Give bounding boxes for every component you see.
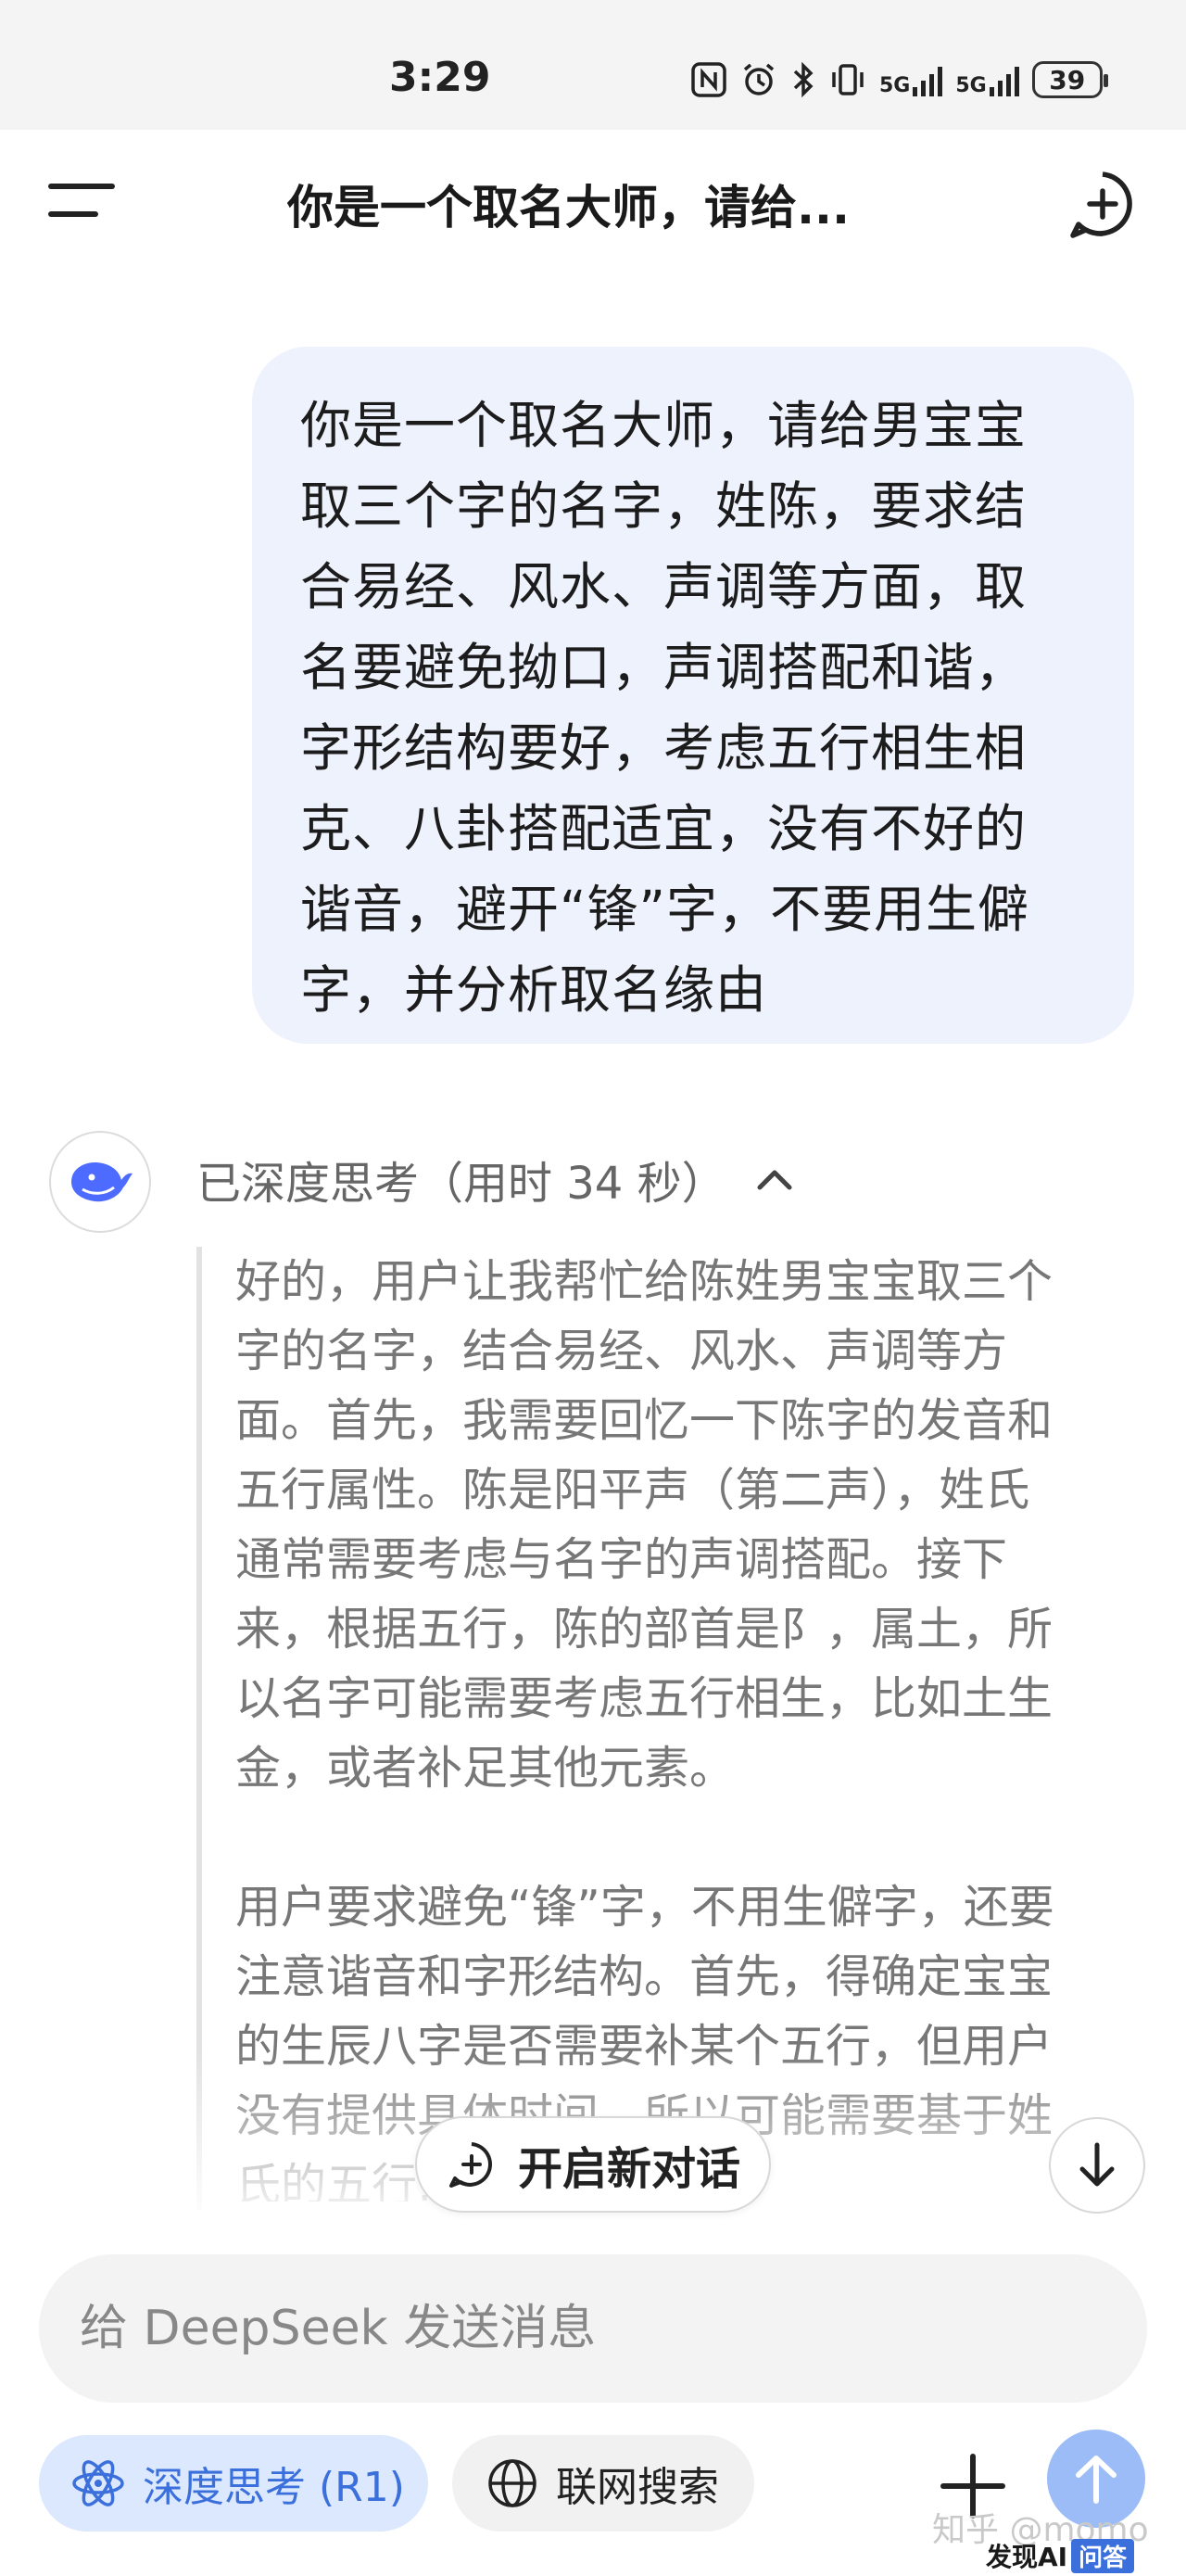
user-message-line: 名要避免拗口，声调搭配和谐， [300,638,1028,697]
atom-icon [72,2460,124,2506]
new-chat-button[interactable]: 开启新对话 [415,2116,771,2213]
thinking-line-text: 字的名字，结合易经、风水、声调等方 [235,1325,1008,1377]
new-chat-icon[interactable] [1066,167,1140,241]
conversation-title: 你是一个取名大师，请给... [287,181,850,235]
new-chat-label: 开启新对话 [517,2143,740,2195]
nfc-icon [691,62,726,97]
signal-label: 5G [955,74,987,97]
user-message-line: 你是一个取名大师，请给男宝宝 [300,396,1028,455]
thinking-line-text: 来，根据五行，陈的部首是阝，属土，所 [235,1603,1054,1656]
vibrate-icon [832,64,864,95]
site-badge: 发现AI 问答 [986,2537,1135,2574]
user-message-line: 合易经、风水、声调等方面，取 [300,557,1028,616]
thinking-line-text: 注意谐音和字形结构。首先，得确定宝宝 [235,1950,1054,2003]
badge-qa: 问答 [1071,2538,1135,2573]
signal-label: 5G [879,74,911,97]
scroll-down-button[interactable] [1049,2117,1145,2214]
alarm-icon [743,63,775,95]
globe-icon [488,2459,536,2507]
user-message-line: 取三个字的名字，姓陈，要求结 [300,476,1028,536]
battery-level: 39 [1049,64,1086,95]
thinking-line-text: 以名字可能需要考虑五行相生，比如土生 [235,1672,1054,1725]
status-bar: 3:29 5G 5G 39 [0,0,1186,130]
signal-icon: 5G [879,63,943,97]
thinking-line-text: 金，或者补足其他元素。 [235,1742,736,1795]
menu-icon[interactable] [48,180,115,221]
thinking-line-text: 好的，用户让我帮忙给陈姓男宝宝取三个 [235,1255,1054,1308]
battery-icon: 39 [1031,61,1108,98]
new-chat-icon [448,2142,492,2188]
user-message-line: 谐音，避开“锋”字，不要用生僻 [300,880,1029,939]
thinking-paragraph: 好的，用户让我帮忙给陈姓男宝宝取三个 字的名字，结合易经、风水、声调等方 面。首先，… [235,1247,1143,1803]
thinking-line-text: 用户要求避免“锋”字，不用生僻字，还要 [235,1881,1054,1934]
chevron-up-icon [757,1170,792,1190]
thinking-line-text: 面。首先，我需要回忆一下陈字的发音和 [235,1394,1054,1447]
thinking-line-text: 通常需要考虑与名字的声调搭配。接下 [235,1533,1008,1586]
deep-think-label: 深度思考 (R1) [143,2464,405,2511]
signal-icon: 5G [955,63,1019,97]
web-search-label: 联网搜索 [556,2464,719,2511]
arrow-down-icon [1079,2142,1115,2187]
chat-header: 你是一个取名大师，请给... [0,130,1186,269]
user-message-bubble: 你是一个取名大师，请给男宝宝 取三个字的名字，姓陈，要求结 合易经、风水、声调等方面… [252,347,1134,1044]
thinking-line-text: 五行属性。陈是阳平声（第二声），姓氏 [235,1464,1030,1516]
status-time: 3:29 [389,54,491,101]
web-search-toggle[interactable]: 联网搜索 [452,2435,754,2532]
arrow-up-icon [1076,2455,1117,2504]
user-message-line: 字，并分析取名缘由 [300,960,768,1020]
bluetooth-icon [793,61,814,98]
badge-ai: 发现AI [986,2542,1068,2572]
thinking-toggle[interactable]: 已深度思考（用时 34 秒） [196,1147,795,1212]
status-icons: 5G 5G 39 [690,54,1108,106]
user-message-line: 字形结构要好，考虑五行相生相 [300,718,1028,778]
deepseek-whale-icon [49,1131,151,1233]
message-input-box[interactable] [39,2254,1147,2403]
thinking-label: 已深度思考（用时 34 秒） [196,1158,726,1210]
deep-think-toggle[interactable]: 深度思考 (R1) [39,2435,428,2532]
message-input[interactable] [78,2300,1108,2357]
user-message-line: 克、八卦搭配适宜，没有不好的 [300,799,1028,858]
